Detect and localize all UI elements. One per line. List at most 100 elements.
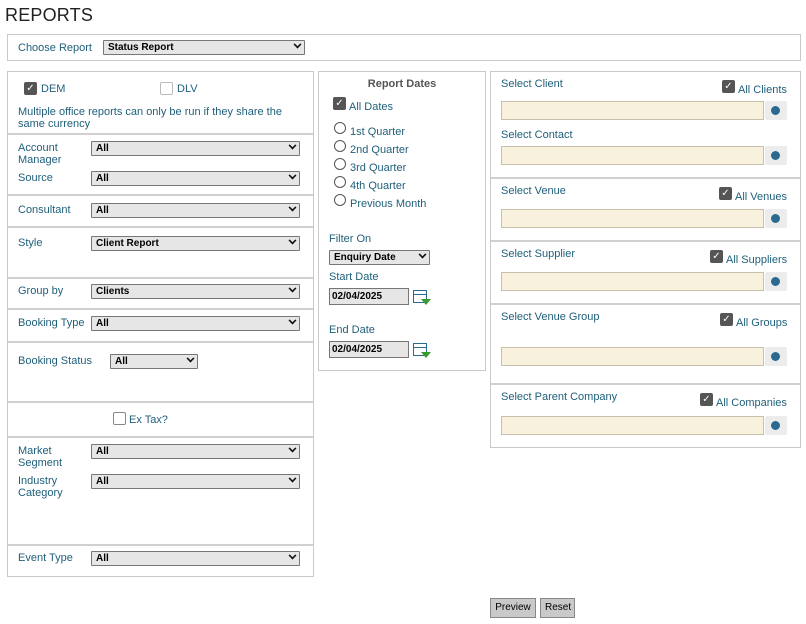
all-clients-checkbox[interactable]: ✓: [722, 80, 735, 93]
booking-status-select[interactable]: All: [110, 354, 198, 369]
divider: [8, 544, 313, 546]
venue-field[interactable]: [501, 209, 764, 228]
all-companies-checkbox[interactable]: ✓: [700, 393, 713, 406]
calendar-icon[interactable]: [413, 289, 431, 305]
client-field[interactable]: [501, 101, 764, 120]
dlv-checkbox[interactable]: [160, 82, 173, 95]
dem-checkbox[interactable]: ✓: [24, 82, 37, 95]
style-label: Style: [18, 237, 43, 249]
divider: [8, 226, 313, 228]
all-suppliers-checkbox[interactable]: ✓: [710, 250, 723, 263]
chevron-down-icon: [288, 172, 297, 180]
reset-button[interactable]: Reset: [540, 598, 575, 618]
source-select[interactable]: All: [91, 171, 300, 186]
divider: [491, 240, 800, 242]
industry-category-select[interactable]: All: [91, 474, 300, 489]
globe-icon[interactable]: [765, 209, 787, 228]
supplier-field[interactable]: [501, 272, 764, 291]
chevron-down-icon: [186, 355, 195, 363]
choose-report-select[interactable]: Status Report: [103, 40, 305, 55]
contact-field[interactable]: [501, 146, 764, 165]
divider: [491, 303, 800, 305]
all-groups-label: All Groups: [736, 317, 788, 329]
globe-icon[interactable]: [765, 146, 787, 165]
booking-type-label: Booking Type: [18, 317, 85, 329]
booking-status-label: Booking Status: [18, 355, 92, 367]
all-dates-label: All Dates: [349, 101, 394, 113]
all-dates-checkbox[interactable]: ✓: [333, 97, 346, 110]
page-title: REPORTS: [5, 5, 94, 25]
filter-on-label: Filter On: [329, 233, 372, 245]
style-select[interactable]: Client Report: [91, 236, 300, 251]
all-suppliers-label: All Suppliers: [726, 254, 788, 266]
select-contact-label: Select Contact: [501, 129, 573, 141]
report-dates-heading: Report Dates: [367, 78, 437, 90]
radio-label: Previous Month: [350, 198, 427, 210]
consultant-label: Consultant: [18, 204, 71, 216]
divider: [8, 194, 313, 196]
all-groups-checkbox[interactable]: ✓: [720, 313, 733, 326]
event-type-select[interactable]: All: [91, 551, 300, 566]
filter-on-select[interactable]: Enquiry Date: [329, 250, 430, 265]
radio-label: 3rd Quarter: [350, 162, 407, 174]
select-parent-company-label: Select Parent Company: [501, 391, 618, 403]
all-venues-checkbox[interactable]: ✓: [719, 187, 732, 200]
industry-category-label: Industry Category: [18, 475, 63, 499]
account-manager-select[interactable]: All: [91, 141, 300, 156]
currency-note: Multiple office reports can only be run …: [18, 106, 282, 130]
all-companies-label: All Companies: [716, 397, 787, 409]
radio-label: 2nd Quarter: [350, 144, 409, 156]
end-date-label: End Date: [329, 324, 375, 336]
divider: [8, 277, 313, 279]
select-venue-group-label: Select Venue Group: [501, 311, 600, 323]
parent-company-field[interactable]: [501, 416, 764, 435]
divider: [8, 436, 313, 438]
chevron-down-icon: [288, 142, 297, 150]
choose-report-bar: Choose Report Status Report: [7, 34, 801, 61]
divider: [8, 401, 313, 403]
select-venue-label: Select Venue: [501, 185, 566, 197]
chevron-down-icon: [418, 251, 427, 259]
globe-icon[interactable]: [765, 347, 787, 366]
select-client-label: Select Client: [501, 78, 563, 90]
select-supplier-label: Select Supplier: [501, 248, 575, 260]
divider: [8, 133, 313, 135]
globe-icon[interactable]: [765, 272, 787, 291]
radio-4th-quarter[interactable]: [334, 176, 346, 188]
source-label: Source: [18, 172, 53, 184]
chevron-down-icon: [288, 475, 297, 483]
choose-report-label: Choose Report: [18, 42, 92, 54]
booking-type-select[interactable]: All: [91, 316, 300, 331]
chevron-down-icon: [288, 317, 297, 325]
radio-label: 4th Quarter: [350, 180, 406, 192]
start-date-input[interactable]: 02/04/2025: [329, 288, 409, 305]
ex-tax-label: Ex Tax?: [129, 414, 168, 426]
consultant-select[interactable]: All: [91, 203, 300, 218]
divider: [8, 341, 313, 343]
market-segment-label: Market Segment: [18, 445, 63, 469]
divider: [491, 177, 800, 179]
chevron-down-icon: [288, 204, 297, 212]
start-date-label: Start Date: [329, 271, 379, 283]
radio-1st-quarter[interactable]: [334, 122, 346, 134]
radio-2nd-quarter[interactable]: [334, 140, 346, 152]
chevron-down-icon: [288, 552, 297, 560]
divider: [491, 383, 800, 385]
account-manager-label: Account Manager: [18, 142, 62, 166]
event-type-label: Event Type: [18, 552, 73, 564]
ex-tax-checkbox[interactable]: [113, 412, 126, 425]
chevron-down-icon: [288, 445, 297, 453]
group-by-select[interactable]: Clients: [91, 284, 300, 299]
calendar-icon[interactable]: [413, 342, 431, 358]
chevron-down-icon: [288, 285, 297, 293]
venue-group-field[interactable]: [501, 347, 764, 366]
globe-icon[interactable]: [765, 416, 787, 435]
radio-3rd-quarter[interactable]: [334, 158, 346, 170]
end-date-input[interactable]: 02/04/2025: [329, 341, 409, 358]
all-clients-label: All Clients: [738, 84, 787, 96]
radio-previous-month[interactable]: [334, 194, 346, 206]
globe-icon[interactable]: [765, 101, 787, 120]
market-segment-select[interactable]: All: [91, 444, 300, 459]
dlv-label: DLV: [177, 83, 198, 95]
preview-button[interactable]: Preview: [490, 598, 536, 618]
